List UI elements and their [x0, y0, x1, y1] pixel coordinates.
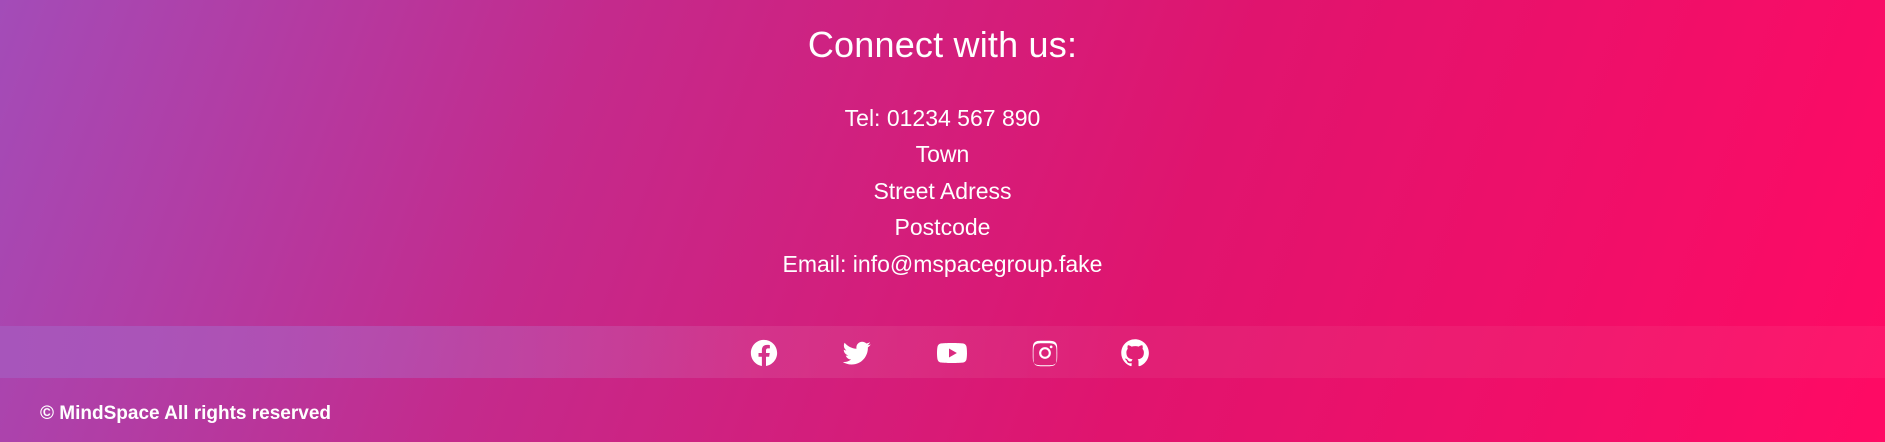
contact-heading: Connect with us: — [807, 24, 1078, 65]
contact-phone: Tel: 01234 567 890 — [844, 105, 1041, 131]
copyright-text: © MindSpace All rights reserved — [40, 403, 331, 424]
twitter-icon[interactable] — [842, 338, 872, 368]
contact-town: Town — [915, 141, 970, 168]
contact-details: Tel: 01234 567 890 Town Street Adress Po… — [0, 100, 1885, 282]
contact-email: Email: info@mspacegroup.fake — [782, 250, 1103, 277]
contact-postcode: Postcode — [894, 214, 991, 241]
github-icon[interactable] — [1120, 338, 1150, 368]
contact-street: Street Adress — [873, 177, 1012, 204]
instagram-icon[interactable] — [1030, 338, 1060, 368]
social-links-bar — [0, 326, 1885, 378]
facebook-icon[interactable] — [749, 338, 779, 368]
youtube-icon[interactable] — [936, 338, 968, 368]
